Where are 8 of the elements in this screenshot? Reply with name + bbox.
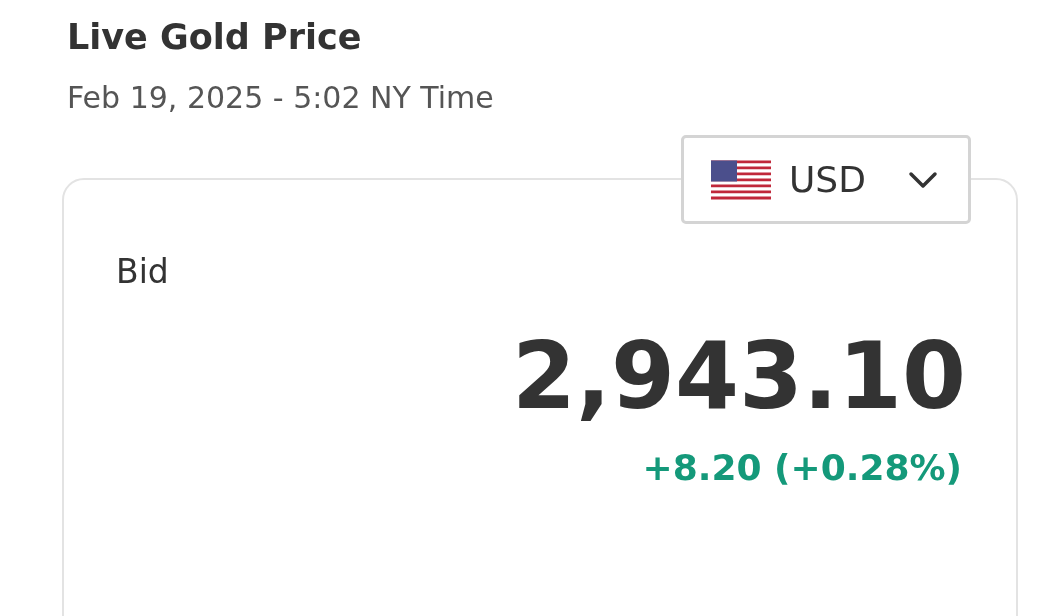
page-title: Live Gold Price: [67, 16, 362, 59]
flag-icon: [711, 159, 771, 200]
currency-dropdown[interactable]: USD: [681, 135, 971, 224]
bid-label: Bid: [116, 251, 169, 293]
bid-price: 2,943.10: [512, 322, 966, 432]
price-change: +8.20 (+0.28%): [642, 446, 962, 490]
caret-icon: [908, 170, 938, 189]
timestamp: Feb 19, 2025 - 5:02 NY Time: [67, 79, 494, 117]
